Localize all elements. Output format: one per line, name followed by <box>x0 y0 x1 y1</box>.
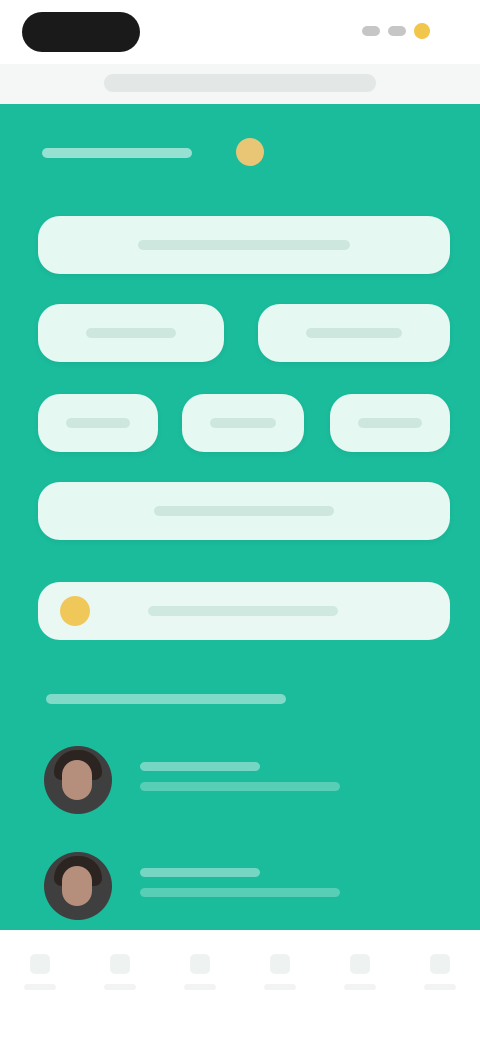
action-button-7[interactable] <box>38 482 450 540</box>
action-button-6[interactable] <box>330 394 450 452</box>
main-panel <box>0 104 480 930</box>
avatar <box>44 746 112 814</box>
nav-item-4[interactable] <box>260 954 300 1002</box>
nav-icon <box>190 954 210 974</box>
nav-label <box>104 984 136 990</box>
nav-item-5[interactable] <box>340 954 380 1002</box>
action-button-5[interactable] <box>182 394 304 452</box>
battery-icon <box>414 23 430 39</box>
bottom-nav <box>0 930 480 1040</box>
badge-icon[interactable] <box>236 138 264 166</box>
nav-label <box>424 984 456 990</box>
panel-header <box>42 138 302 166</box>
person-name <box>140 762 260 771</box>
nav-icon <box>350 954 370 974</box>
status-icons <box>362 22 452 40</box>
promo-label <box>148 606 338 616</box>
coin-icon <box>60 596 90 626</box>
nav-label <box>344 984 376 990</box>
nav-item-2[interactable] <box>100 954 140 1002</box>
address-bar <box>0 64 480 104</box>
nav-icon <box>270 954 290 974</box>
nav-icon <box>110 954 130 974</box>
action-button-5-label <box>210 418 276 428</box>
url-field[interactable] <box>104 74 376 92</box>
action-button-4[interactable] <box>38 394 158 452</box>
action-button-3[interactable] <box>258 304 450 362</box>
action-button-1[interactable] <box>38 216 450 274</box>
panel-title <box>42 148 192 158</box>
avatar <box>44 852 112 920</box>
signal-icon <box>362 26 380 36</box>
person-subtitle <box>140 888 340 897</box>
action-button-1-label <box>138 240 350 250</box>
action-button-2-label <box>86 328 176 338</box>
nav-item-1[interactable] <box>20 954 60 1002</box>
nav-label <box>184 984 216 990</box>
status-time <box>22 12 140 52</box>
promo-banner[interactable] <box>38 582 450 640</box>
action-button-3-label <box>306 328 402 338</box>
nav-icon <box>430 954 450 974</box>
list-item[interactable] <box>44 852 364 924</box>
section-title <box>46 694 286 704</box>
nav-item-6[interactable] <box>420 954 460 1002</box>
action-button-7-label <box>154 506 334 516</box>
person-name <box>140 868 260 877</box>
person-subtitle <box>140 782 340 791</box>
list-item[interactable] <box>44 746 364 818</box>
action-button-6-label <box>358 418 422 428</box>
action-button-2[interactable] <box>38 304 224 362</box>
nav-label <box>264 984 296 990</box>
status-bar <box>0 0 480 64</box>
nav-label <box>24 984 56 990</box>
nav-icon <box>30 954 50 974</box>
wifi-icon <box>388 26 406 36</box>
nav-item-3[interactable] <box>180 954 220 1002</box>
action-button-4-label <box>66 418 130 428</box>
